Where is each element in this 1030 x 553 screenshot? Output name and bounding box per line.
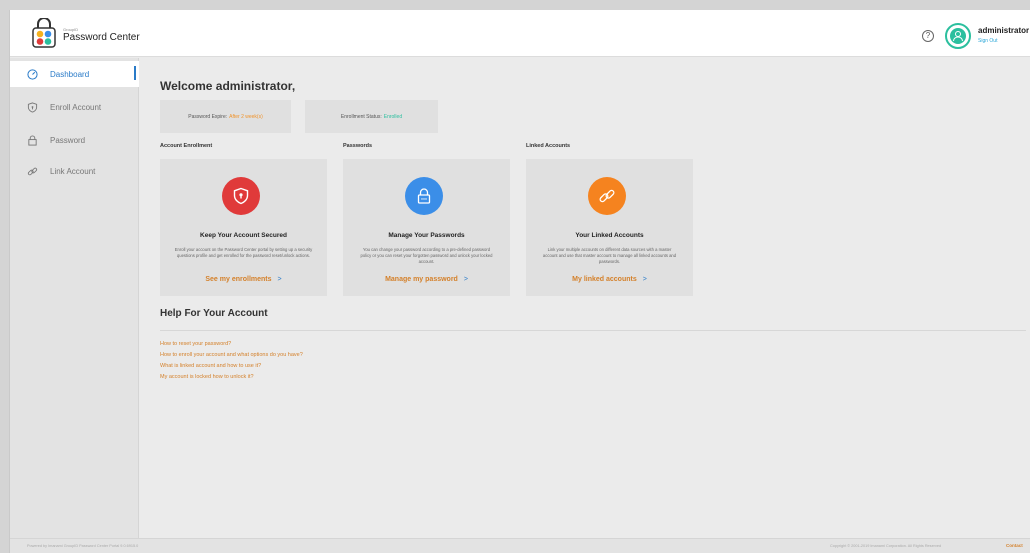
shield-icon xyxy=(233,187,249,205)
section-passwords: Passwords xyxy=(343,143,373,149)
question-circle-icon: ? xyxy=(925,31,931,40)
brand-name: Password Center xyxy=(63,32,140,43)
help-link-reset-password[interactable]: How to reset your password? xyxy=(160,341,231,347)
card-link-label: My linked accounts xyxy=(572,276,637,283)
sidebar-item-link-account[interactable]: Link Account xyxy=(10,158,139,184)
help-link-unlock-account[interactable]: My account is locked how to unlock it? xyxy=(160,374,254,380)
footer-copyright: Copyright © 2001-2019 Imanami Corporatio… xyxy=(830,544,942,548)
card-description: Link your multiple accounts on different… xyxy=(542,247,677,264)
sidebar-item-enroll-account[interactable]: Enroll Account xyxy=(10,94,139,120)
card-passwords: Manage Your Passwords You can change you… xyxy=(343,159,510,296)
enrollment-status-box: Enrollment Status: Enrolled xyxy=(305,100,438,133)
password-expire-value: After 2 week(s) xyxy=(229,113,263,120)
sidebar: Dashboard Enroll Account Password Link A xyxy=(10,58,139,538)
help-button[interactable]: ? xyxy=(922,30,934,42)
divider xyxy=(160,330,1026,331)
section-account-enrollment: Account Enrollment xyxy=(160,143,213,149)
card-icon-circle xyxy=(588,177,626,215)
sidebar-item-dashboard[interactable]: Dashboard xyxy=(10,61,139,87)
link-icon xyxy=(599,189,615,203)
my-linked-accounts-link[interactable]: My linked accounts > xyxy=(526,276,693,283)
sidebar-item-label: Password xyxy=(50,135,86,145)
app-frame: GroupID Password Center ? administrator … xyxy=(9,10,1030,553)
sidebar-item-label: Enroll Account xyxy=(50,102,102,112)
manage-my-password-link[interactable]: Manage my password > xyxy=(343,276,510,283)
chevron-right-icon: > xyxy=(642,276,647,283)
user-name: administrator xyxy=(978,26,1030,35)
sidebar-item-label: Dashboard xyxy=(50,69,90,79)
section-linked-accounts: Linked Accounts xyxy=(526,143,571,149)
password-expire-box: Password Expire: After 2 week(s) xyxy=(160,100,291,133)
card-title: Your Linked Accounts xyxy=(575,232,644,239)
user-icon xyxy=(950,28,966,44)
card-enrollment: Keep Your Account Secured Enroll your ac… xyxy=(160,159,327,296)
help-section-title: Help For Your Account xyxy=(160,308,268,319)
help-link-enroll-account[interactable]: How to enroll your account and what opti… xyxy=(160,352,303,358)
enrollment-status-label: Enrollment Status: xyxy=(340,113,382,120)
card-icon-circle xyxy=(405,177,443,215)
chevron-right-icon: > xyxy=(463,276,468,283)
sidebar-item-label: Link Account xyxy=(50,166,96,176)
help-link-linked-account[interactable]: What is linked account and how to use it… xyxy=(160,363,261,369)
chevron-right-icon: > xyxy=(277,276,282,283)
card-title: Manage Your Passwords xyxy=(388,232,465,239)
top-header: GroupID Password Center ? administrator … xyxy=(10,10,1030,57)
password-center-logo-icon[interactable] xyxy=(32,18,56,48)
avatar[interactable] xyxy=(945,23,971,49)
gauge-icon xyxy=(27,68,38,80)
card-title: Keep Your Account Secured xyxy=(200,232,287,239)
contact-link[interactable]: Contact xyxy=(1006,543,1023,548)
card-link-label: Manage my password xyxy=(385,276,458,283)
password-expire-label: Password Expire: xyxy=(188,113,228,120)
main-content: Welcome administrator, Password Expire: … xyxy=(140,58,1030,538)
lock-icon xyxy=(417,188,431,204)
footer-powered-by: Powered by Imanami GroupID Password Cent… xyxy=(27,544,139,548)
card-description: You can change your password according t… xyxy=(360,247,493,264)
footer: Powered by Imanami GroupID Password Cent… xyxy=(10,538,1030,553)
shield-icon xyxy=(27,101,38,113)
page-title: Welcome administrator, xyxy=(160,79,296,93)
enrollment-status-value: Enrolled xyxy=(383,113,403,120)
sidebar-item-password[interactable]: Password xyxy=(10,127,139,153)
card-linked-accounts: Your Linked Accounts Link your multiple … xyxy=(526,159,693,296)
active-indicator xyxy=(134,66,136,80)
card-link-label: See my enrollments xyxy=(205,276,272,283)
card-icon-circle xyxy=(222,177,260,215)
lock-icon xyxy=(28,134,37,146)
link-icon xyxy=(27,167,38,175)
card-description: Enroll your account on the Password Cent… xyxy=(174,247,313,258)
sign-out-link[interactable]: Sign Out xyxy=(978,38,997,44)
see-my-enrollments-link[interactable]: See my enrollments > xyxy=(160,276,327,283)
